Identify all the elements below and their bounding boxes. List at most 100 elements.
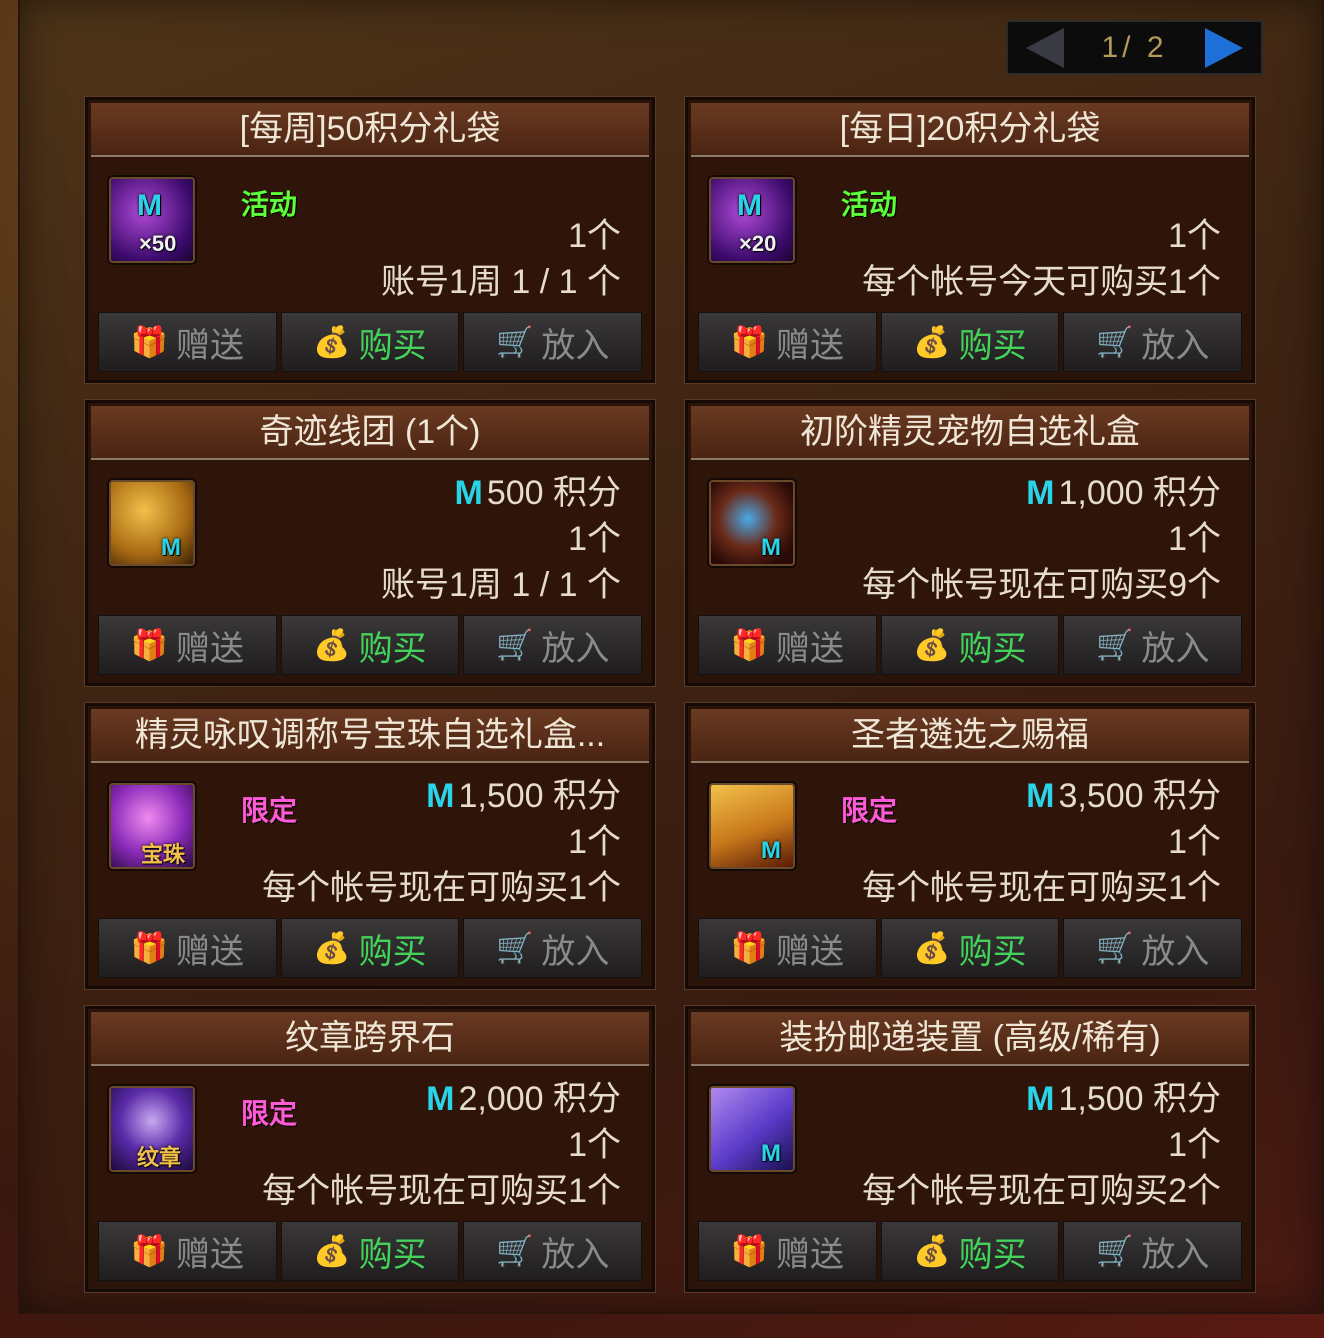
gift-button[interactable]: 🎁 赠送 <box>698 312 877 372</box>
prev-page-arrow-icon[interactable] <box>1026 27 1064 68</box>
gift-button[interactable]: 🎁 赠送 <box>98 312 277 372</box>
shop-item-card[interactable]: 精灵咏叹调称号宝珠自选礼盒... 宝珠 限定 M 1,500 积分 1个 每个帐号… <box>85 703 655 989</box>
yarn-ball-icon[interactable]: M <box>109 480 195 566</box>
purchase-limit: 每个帐号现在可购买9个 <box>862 566 1221 604</box>
money-bag-icon: 💰 <box>913 628 951 662</box>
page-indicator: 1/ 2 <box>1101 30 1168 64</box>
shop-item-card[interactable]: [每日]20积分礼袋 M ×20 活动 1个 每个帐号今天可购买1个 🎁 赠送 💰… <box>685 97 1255 383</box>
gift-icon: 🎁 <box>130 1234 169 1268</box>
shop-item-card[interactable]: 装扮邮递装置 (高级/稀有) M M 1,500 积分 1个 每个帐号现在可购买2… <box>685 1006 1255 1292</box>
cart-icon: 🛒 <box>1096 628 1134 662</box>
m-coin-bag-icon[interactable]: M ×50 <box>109 177 195 263</box>
icon-quantity-label: ×20 <box>739 231 777 256</box>
buy-button[interactable]: 💰 购买 <box>880 918 1060 978</box>
money-bag-icon: 💰 <box>313 1234 351 1268</box>
shop-item-card[interactable]: 圣者遴选之赐福 M 限定 M 3,500 积分 1个 每个帐号现在可购买1个 🎁 赠… <box>685 703 1255 989</box>
m-coin-bag-icon[interactable]: M ×20 <box>709 177 795 263</box>
emblem-stone-icon[interactable]: 纹章 <box>109 1086 195 1172</box>
m-coin-icon: M <box>1026 474 1055 512</box>
purchase-limit: 每个帐号现在可购买2个 <box>862 1172 1221 1210</box>
purchase-limit: 每个帐号现在可购买1个 <box>262 1172 621 1210</box>
item-price: M 1,500 积分 <box>426 777 621 815</box>
money-bag-icon: 💰 <box>313 628 351 662</box>
gift-button[interactable]: 🎁 赠送 <box>98 615 277 675</box>
cart-icon: 🛒 <box>496 325 534 359</box>
item-title: 纹章跨界石 <box>91 1012 649 1066</box>
buy-button[interactable]: 💰 购买 <box>280 918 460 978</box>
gift-icon: 🎁 <box>730 325 769 359</box>
m-coin-icon: M <box>426 1080 455 1118</box>
gift-button[interactable]: 🎁 赠送 <box>698 615 877 675</box>
pet-box-icon[interactable]: M <box>709 480 795 566</box>
cart-icon: 🛒 <box>496 628 534 662</box>
gift-icon: 🎁 <box>130 325 169 359</box>
buy-button[interactable]: 💰 购买 <box>280 1221 460 1281</box>
m-coin-icon: M <box>1026 777 1055 815</box>
add-to-cart-button[interactable]: 🛒 放入 <box>463 615 643 675</box>
gift-icon: 🎁 <box>730 628 769 662</box>
gift-icon: 🎁 <box>730 931 769 965</box>
add-to-cart-button[interactable]: 🛒 放入 <box>463 312 643 372</box>
item-title: 装扮邮递装置 (高级/稀有) <box>691 1012 1249 1066</box>
shop-item-card[interactable]: [每周]50积分礼袋 M ×50 活动 1个 账号1周 1 / 1 个 🎁 赠送 … <box>85 97 655 383</box>
purchase-limit: 每个帐号现在可购买1个 <box>262 869 621 907</box>
buy-button[interactable]: 💰 购买 <box>280 615 460 675</box>
buy-button[interactable]: 💰 购买 <box>880 1221 1060 1281</box>
gift-button[interactable]: 🎁 赠送 <box>98 918 277 978</box>
gift-button[interactable]: 🎁 赠送 <box>698 918 877 978</box>
mail-device-icon[interactable]: M <box>709 1086 795 1172</box>
item-price: M 1,500 积分 <box>1026 1080 1221 1118</box>
shop-item-card[interactable]: 奇迹线团 (1个) M M 500 积分 1个 账号1周 1 / 1 个 🎁 赠送 … <box>85 400 655 686</box>
money-bag-icon: 💰 <box>313 325 351 359</box>
buy-button[interactable]: 💰 购买 <box>280 312 460 372</box>
m-coin-icon: M <box>454 474 483 512</box>
item-title: 奇迹线团 (1个) <box>91 406 649 460</box>
icon-quantity-label: ×50 <box>139 231 177 256</box>
item-title: 初阶精灵宠物自选礼盒 <box>691 406 1249 460</box>
item-title: 精灵咏叹调称号宝珠自选礼盒... <box>91 709 649 763</box>
item-price: M 2,000 积分 <box>426 1080 621 1118</box>
purchase-limit: 账号1周 1 / 1 个 <box>381 566 621 604</box>
shop-item-card[interactable]: 初阶精灵宠物自选礼盒 M M 1,000 积分 1个 每个帐号现在可购买9个 🎁 赠… <box>685 400 1255 686</box>
cart-icon: 🛒 <box>1096 325 1134 359</box>
buy-button[interactable]: 💰 购买 <box>880 615 1060 675</box>
cart-icon: 🛒 <box>496 1234 534 1268</box>
pagination: 1/ 2 <box>1006 20 1263 75</box>
money-bag-icon: 💰 <box>913 1234 951 1268</box>
cart-icon: 🛒 <box>496 931 534 965</box>
next-page-arrow-icon[interactable] <box>1204 27 1243 68</box>
gift-button[interactable]: 🎁 赠送 <box>98 1221 277 1281</box>
gift-icon: 🎁 <box>130 931 169 965</box>
add-to-cart-button[interactable]: 🛒 放入 <box>1063 312 1243 372</box>
item-quantity: 1个 <box>1168 217 1221 255</box>
item-quantity: 1个 <box>568 1126 621 1164</box>
item-title: [每周]50积分礼袋 <box>91 103 649 157</box>
gift-button[interactable]: 🎁 赠送 <box>698 1221 877 1281</box>
cart-icon: 🛒 <box>1096 931 1134 965</box>
item-quantity: 1个 <box>568 520 621 558</box>
item-quantity: 1个 <box>1168 1126 1221 1164</box>
item-title: 圣者遴选之赐福 <box>691 709 1249 763</box>
gift-icon: 🎁 <box>130 628 169 662</box>
add-to-cart-button[interactable]: 🛒 放入 <box>1063 1221 1243 1281</box>
purchase-limit: 账号1周 1 / 1 个 <box>381 263 621 301</box>
m-coin-icon: M <box>426 777 455 815</box>
cart-icon: 🛒 <box>1096 1234 1134 1268</box>
item-price: M 500 积分 <box>454 474 621 512</box>
add-to-cart-button[interactable]: 🛒 放入 <box>1063 615 1243 675</box>
add-to-cart-button[interactable]: 🛒 放入 <box>1063 918 1243 978</box>
add-to-cart-button[interactable]: 🛒 放入 <box>463 1221 643 1281</box>
shop-item-card[interactable]: 纹章跨界石 纹章 限定 M 2,000 积分 1个 每个帐号现在可购买1个 🎁 赠送… <box>85 1006 655 1292</box>
golden-scroll-icon[interactable]: M <box>709 783 795 869</box>
money-bag-icon: 💰 <box>913 931 951 965</box>
item-price: M 1,000 积分 <box>1026 474 1221 512</box>
add-to-cart-button[interactable]: 🛒 放入 <box>463 918 643 978</box>
event-badge: 活动 <box>241 189 298 220</box>
item-price: M 3,500 积分 <box>1026 777 1221 815</box>
orb-icon[interactable]: 宝珠 <box>109 783 195 869</box>
gift-icon: 🎁 <box>730 1234 769 1268</box>
purchase-limit: 每个帐号现在可购买1个 <box>862 869 1221 907</box>
m-coin-icon: M <box>1026 1080 1055 1118</box>
buy-button[interactable]: 💰 购买 <box>880 312 1060 372</box>
item-quantity: 1个 <box>1168 823 1221 861</box>
